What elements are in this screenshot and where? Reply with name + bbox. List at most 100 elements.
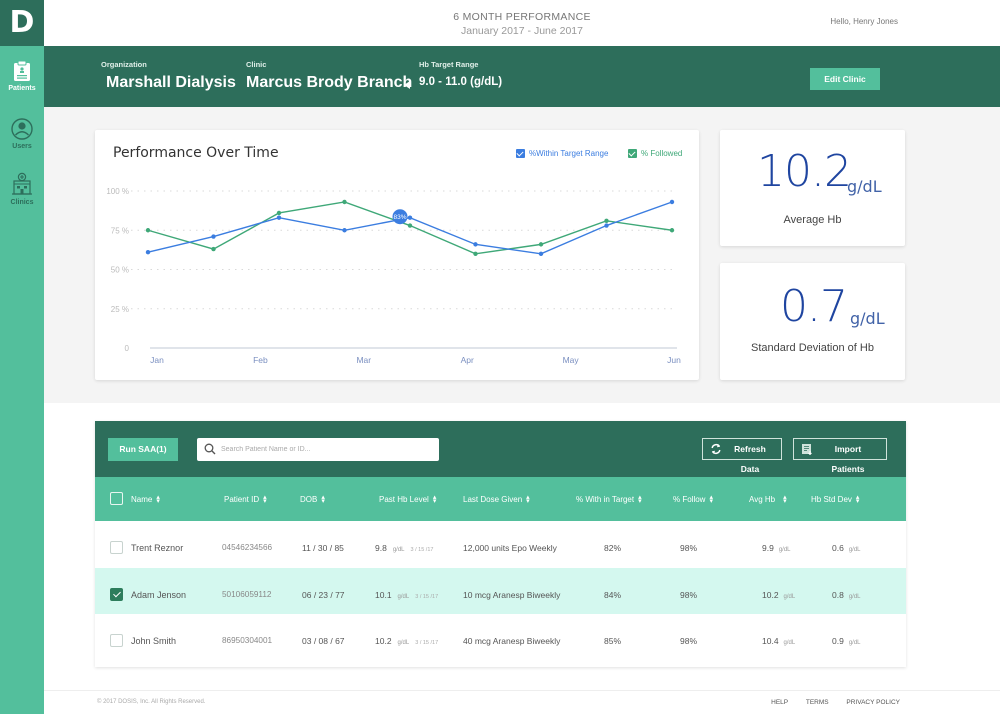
user-greeting[interactable]: Hello, Henry Jones — [830, 17, 898, 26]
last-dose-given: 10 mcg Aranesp Biweekly — [463, 589, 561, 600]
follow-percent: 98% — [680, 636, 698, 646]
patient-id: 86950304001 — [222, 636, 273, 645]
edit-clinic-button[interactable]: Edit Clinic — [810, 68, 880, 90]
sort-icon[interactable] — [433, 496, 437, 504]
import-patients-label: Import Patients — [831, 444, 865, 474]
period-range: January 2017 - June 2017 — [460, 25, 583, 37]
import-file-icon — [802, 444, 812, 455]
y-tick-label: 75 % — [111, 226, 129, 235]
avg-hb: 10.4 g/dL — [762, 636, 795, 646]
target-range-label: Hb Target Range — [419, 60, 479, 69]
avg-hb: 10.2 g/dL — [762, 590, 795, 600]
within-target-percent: 82% — [604, 543, 622, 553]
data-point — [145, 250, 151, 255]
x-tick-label: Mar — [356, 355, 371, 365]
sort-icon[interactable] — [526, 496, 530, 504]
y-tick-label: 25 % — [111, 305, 129, 314]
series-line-followed — [147, 201, 673, 255]
patient-name[interactable]: Trent Reznor — [131, 543, 183, 553]
sort-icon[interactable] — [638, 496, 642, 504]
data-point — [342, 228, 347, 233]
last-dose-given: 40 mcg Aranesp Biweekly — [463, 636, 561, 646]
std-dev-value: 0.8 — [832, 589, 844, 600]
table-row[interactable]: Trent Reznor 04546234566 11 / 30 / 85 9.… — [95, 521, 906, 568]
sort-icon[interactable] — [263, 496, 267, 504]
user-circle-icon — [11, 118, 33, 140]
std-dev-label: Standard Deviation of Hb — [751, 342, 874, 354]
data-point — [342, 199, 347, 205]
sidebar-item-patients[interactable]: Patients — [0, 46, 44, 108]
footer-link-terms[interactable]: TERMS — [806, 699, 829, 706]
column-header-dob[interactable]: DOB — [300, 495, 325, 504]
average-hb-label: Average Hb — [783, 214, 842, 226]
column-header-past-hb[interactable]: Past Hb Level — [379, 495, 436, 504]
patient-dob: 06 / 23 / 77 — [302, 589, 345, 600]
column-header-follow[interactable]: % Follow — [673, 495, 713, 504]
footer-link-privacy[interactable]: PRIVACY POLICY — [846, 699, 900, 706]
sort-icon[interactable] — [321, 496, 325, 504]
data-point — [473, 251, 478, 256]
follow-percent: 98% — [680, 589, 698, 600]
run-saa-button[interactable]: Run SAA(1) — [108, 438, 178, 461]
refresh-data-button[interactable]: Refresh Data — [702, 438, 782, 474]
column-header-avg-hb[interactable]: Avg Hb — [749, 495, 787, 504]
table-row[interactable]: John Smith 86950304001 03 / 08 / 67 10.2… — [95, 614, 906, 661]
data-point — [211, 234, 216, 239]
row-checkbox[interactable] — [110, 587, 123, 601]
data-point — [407, 215, 413, 220]
performance-line-chart: 0 25 % 50 % 75 % 100 % Jan Feb Mar Apr May Jun 83% — [106, 187, 681, 365]
row-checkbox[interactable] — [110, 634, 123, 647]
select-all-checkbox[interactable] — [110, 492, 123, 505]
sort-icon[interactable] — [783, 496, 787, 504]
patient-search[interactable] — [197, 438, 439, 461]
patient-name[interactable]: Adam Jenson — [131, 590, 186, 600]
app-logo[interactable]: D — [0, 0, 44, 46]
patient-dob: 03 / 08 / 67 — [302, 636, 345, 646]
clinic-dropdown-caret-icon[interactable] — [404, 81, 410, 89]
patient-id: 50106059112 — [222, 589, 272, 599]
patient-search-input[interactable] — [221, 438, 435, 461]
past-hb-level: 10.2 g/dL 3 / 15 /17 — [375, 636, 438, 646]
past-hb-date: 3 / 15 /17 — [415, 593, 439, 600]
x-tick-label: Apr — [461, 355, 474, 365]
column-header-patient-id[interactable]: Patient ID — [224, 495, 267, 504]
patient-id: 04546234566 — [222, 543, 273, 552]
refresh-data-label: Refresh Data — [734, 444, 766, 474]
std-dev-unit: g/dL — [848, 547, 861, 553]
average-hb-card: 10.2 g/dL Average Hb — [720, 130, 905, 246]
sidebar: D Patients Users Clinics — [0, 0, 44, 714]
past-hb-date: 3 / 15 /17 — [415, 640, 439, 646]
hb-std-dev: 0.6 g/dL — [832, 543, 861, 553]
past-hb-unit: g/dL — [397, 593, 410, 600]
column-header-hb-std-dev[interactable]: Hb Std Dev — [811, 495, 859, 504]
past-hb-value: 10.2 — [375, 636, 392, 646]
column-header-name[interactable]: Name — [131, 495, 160, 504]
data-point — [538, 251, 544, 256]
table-row[interactable]: Adam Jenson 50106059112 06 / 23 / 77 10.… — [95, 567, 906, 614]
patient-name[interactable]: John Smith — [131, 636, 176, 646]
import-patients-button[interactable]: Import Patients — [793, 438, 887, 474]
data-point — [407, 223, 413, 228]
column-label: Hb Std Dev — [811, 495, 852, 504]
sidebar-item-users[interactable]: Users — [0, 108, 44, 166]
data-point — [669, 228, 675, 233]
sidebar-item-clinics[interactable]: Clinics — [0, 166, 44, 224]
top-header: 6 MONTH PERFORMANCE January 2017 - June … — [44, 0, 1000, 46]
data-point — [211, 246, 216, 252]
footer-link-help[interactable]: HELP — [771, 699, 788, 706]
clinic-name[interactable]: Marcus Brody Branch — [246, 74, 412, 92]
table-toolbar: Run SAA(1) Refresh Data Import Pa — [95, 421, 906, 477]
sort-icon[interactable] — [156, 496, 160, 504]
follow-percent: 98% — [680, 543, 698, 553]
std-dev-card: 0.7 g/dL Standard Deviation of Hb — [720, 263, 905, 380]
column-header-last-dose[interactable]: Last Dose Given — [463, 495, 530, 504]
row-checkbox[interactable] — [110, 541, 123, 554]
sort-icon[interactable] — [856, 496, 860, 504]
column-header-within-target[interactable]: % With in Target — [576, 495, 642, 504]
avg-hb-value: 10.4 — [762, 636, 779, 646]
footer-links: HELP TERMS PRIVACY POLICY — [755, 699, 900, 706]
std-dev-value: 0.9 — [832, 636, 844, 646]
organization-field: Organization Marshall Dialysis — [101, 60, 236, 92]
average-hb-unit: g/dL — [847, 177, 882, 196]
sort-icon[interactable] — [709, 496, 713, 504]
